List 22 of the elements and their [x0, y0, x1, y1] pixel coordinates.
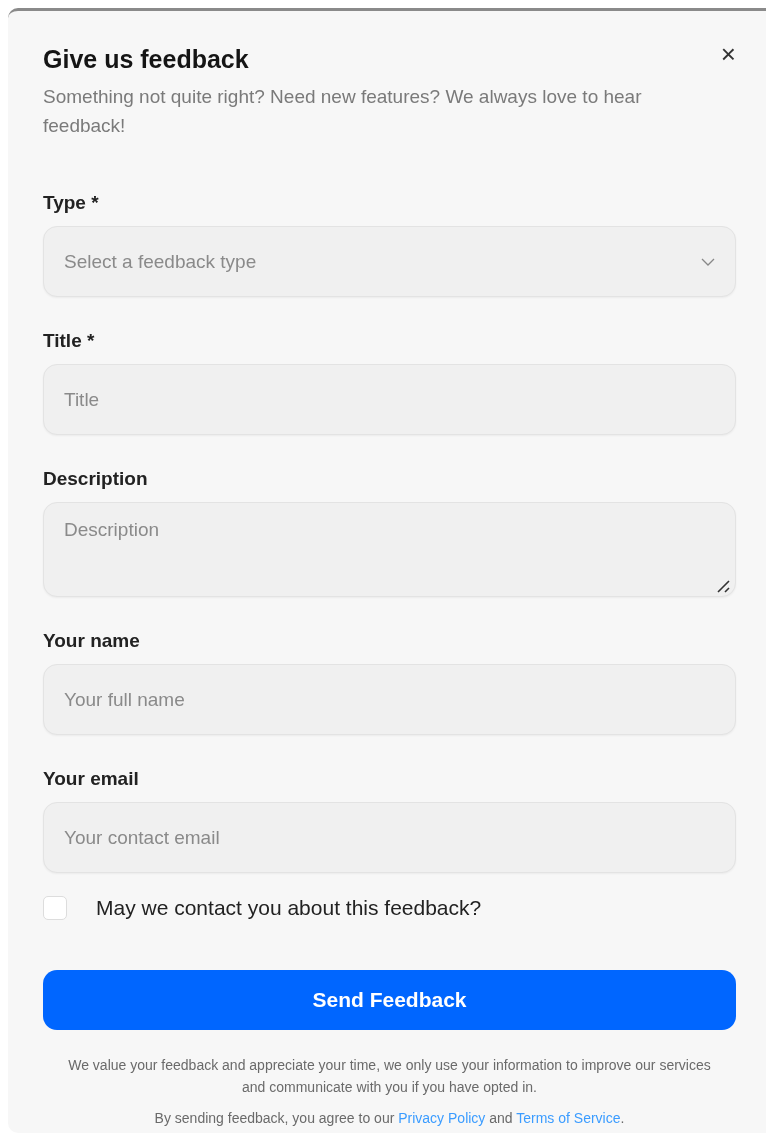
legal-text: By sending feedback, you agree to our Privacy Policy and Terms of Service.: [153, 1110, 626, 1126]
dialog-title: Give us feedback: [43, 45, 249, 74]
input-field[interactable]: Your contact email: [43, 802, 736, 873]
chevron-down-icon: [701, 257, 715, 266]
type-select[interactable]: Select a feedback type: [43, 226, 736, 297]
privacy-policy-link[interactable]: Privacy Policy: [398, 1110, 486, 1126]
send-feedback-button[interactable]: Send Feedback: [43, 970, 736, 1030]
resize-handle-icon[interactable]: [716, 579, 730, 593]
input-field[interactable]: Your full name: [43, 664, 736, 735]
terms-link[interactable]: Terms of Service: [516, 1110, 621, 1126]
field-label: Your name: [43, 630, 141, 652]
description-field[interactable]: Description: [43, 502, 736, 597]
field-label: Your email: [43, 768, 140, 790]
field-label: Type *: [43, 192, 100, 214]
close-button[interactable]: ×: [720, 41, 736, 67]
dialog-subtitle: Something not quite right? Need new features? We always love to hear feedback!: [43, 85, 643, 138]
field-label: Description: [43, 468, 149, 490]
input-field[interactable]: Title: [43, 364, 736, 435]
field-label: Title *: [43, 330, 96, 352]
contact-checkbox[interactable]: [43, 896, 67, 920]
checkbox-label: May we contact you about this feedback?: [96, 896, 482, 920]
privacy-notice: We value your feedback and appreciate your time, we only use your information to improve our services and communicate with you if you have opted in.: [67, 1056, 712, 1097]
